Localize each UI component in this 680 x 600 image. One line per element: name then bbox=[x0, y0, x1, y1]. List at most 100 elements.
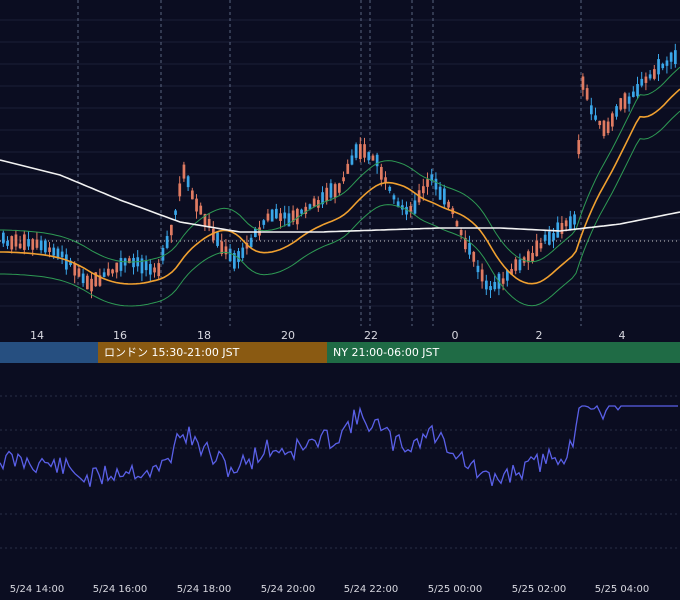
candle-body bbox=[480, 269, 484, 282]
session-ny: NY 21:00-06:00 JST bbox=[327, 342, 680, 363]
candle-body bbox=[186, 176, 190, 188]
candle-body bbox=[380, 166, 383, 180]
candle-body bbox=[312, 198, 316, 207]
candle-body bbox=[514, 259, 518, 271]
trading-sessions-bar: ロンドン 15:30-21:00 JST NY 21:00-06:00 JST bbox=[0, 342, 680, 363]
candle-body bbox=[2, 232, 5, 244]
candle-body bbox=[283, 212, 287, 219]
date-tick-label: 5/25 04:00 bbox=[594, 584, 650, 595]
candle-body bbox=[653, 69, 656, 79]
candle-body bbox=[279, 213, 282, 221]
candle-body bbox=[191, 190, 194, 200]
candle-body bbox=[409, 205, 413, 212]
candle-body bbox=[661, 63, 665, 69]
candle-body bbox=[674, 50, 677, 65]
candle-body bbox=[44, 240, 47, 253]
candle-body bbox=[426, 179, 429, 187]
candle-body bbox=[107, 268, 110, 276]
candle-body bbox=[77, 268, 81, 277]
candle-body bbox=[359, 144, 362, 159]
candle-body bbox=[119, 257, 123, 271]
candle-body bbox=[270, 209, 274, 222]
candle-body bbox=[216, 232, 219, 246]
hour-tick-label: 16 bbox=[113, 329, 127, 342]
candle-body bbox=[111, 269, 114, 274]
date-tick-label: 5/25 02:00 bbox=[511, 584, 567, 595]
candle-body bbox=[598, 120, 602, 126]
candle-body bbox=[195, 198, 198, 212]
candle-body bbox=[132, 257, 135, 268]
time-axis-hours: 14 16 18 20 22 0 2 4 bbox=[0, 326, 680, 342]
candle-body bbox=[14, 234, 18, 247]
candle-body bbox=[602, 120, 606, 137]
oscillator-line bbox=[0, 404, 678, 487]
candle-body bbox=[585, 88, 589, 100]
candle-body bbox=[262, 220, 266, 225]
candle-body bbox=[606, 121, 610, 133]
candle-body bbox=[56, 248, 60, 258]
date-tick-label: 5/24 14:00 bbox=[9, 584, 65, 595]
candle-body bbox=[518, 259, 522, 271]
candle-body bbox=[455, 221, 459, 227]
candle-body bbox=[438, 186, 442, 200]
candle-body bbox=[472, 251, 476, 262]
oscillator-chart[interactable] bbox=[0, 366, 680, 576]
candle-body bbox=[329, 183, 333, 198]
candle-body bbox=[149, 264, 152, 275]
candle-body bbox=[577, 140, 581, 155]
candle-body bbox=[476, 265, 480, 273]
candle-body bbox=[86, 275, 89, 290]
candle-body bbox=[144, 261, 148, 271]
candle-body bbox=[644, 76, 648, 83]
candle-body bbox=[102, 272, 106, 277]
candle-body bbox=[52, 247, 56, 256]
candle-body bbox=[627, 96, 631, 104]
candle-body bbox=[65, 254, 68, 270]
candle-body bbox=[174, 210, 177, 215]
candle-body bbox=[531, 252, 534, 262]
candle-body bbox=[199, 205, 203, 215]
price-chart[interactable] bbox=[0, 0, 680, 326]
hour-tick-label: 4 bbox=[618, 329, 626, 342]
candle-body bbox=[249, 237, 253, 248]
candle-body bbox=[338, 183, 341, 193]
date-tick-label: 5/24 18:00 bbox=[176, 584, 232, 595]
candle-body bbox=[115, 262, 119, 273]
candle-body bbox=[560, 223, 564, 234]
candles bbox=[2, 43, 677, 299]
candle-body bbox=[527, 251, 530, 263]
candle-body bbox=[161, 247, 165, 261]
candle-body bbox=[611, 113, 614, 127]
candle-body bbox=[325, 187, 329, 202]
date-tick-label: 5/24 22:00 bbox=[343, 584, 399, 595]
candle-body bbox=[640, 78, 644, 86]
candle-body bbox=[354, 144, 358, 158]
candle-body bbox=[413, 200, 417, 214]
hour-tick-label: 18 bbox=[197, 329, 211, 342]
hour-tick-label: 20 bbox=[281, 329, 295, 342]
candle-body bbox=[241, 247, 245, 258]
candle-body bbox=[35, 239, 39, 248]
candle-body bbox=[535, 240, 539, 257]
date-tick-label: 5/24 16:00 bbox=[92, 584, 148, 595]
candle-body bbox=[632, 91, 635, 97]
candle-body bbox=[333, 184, 337, 198]
candle-body bbox=[443, 188, 446, 205]
candle-body bbox=[615, 106, 618, 117]
candle-body bbox=[493, 282, 497, 290]
candle-body bbox=[363, 144, 366, 158]
candle-body bbox=[556, 222, 560, 238]
candle-body bbox=[73, 263, 77, 276]
candle-body bbox=[669, 52, 673, 62]
hour-tick-label: 14 bbox=[30, 329, 44, 342]
time-axis-dates: 5/24 14:00 5/24 16:00 5/24 18:00 5/24 20:00… bbox=[0, 580, 680, 600]
candle-body bbox=[10, 236, 14, 250]
candle-body bbox=[27, 239, 30, 247]
candle-body bbox=[6, 240, 9, 246]
candle-body bbox=[501, 278, 505, 284]
candle-body bbox=[266, 213, 270, 221]
bollinger-upper bbox=[0, 66, 680, 263]
hour-tick-label: 0 bbox=[451, 329, 459, 342]
candle-body bbox=[90, 278, 93, 292]
candle-body bbox=[165, 236, 169, 248]
